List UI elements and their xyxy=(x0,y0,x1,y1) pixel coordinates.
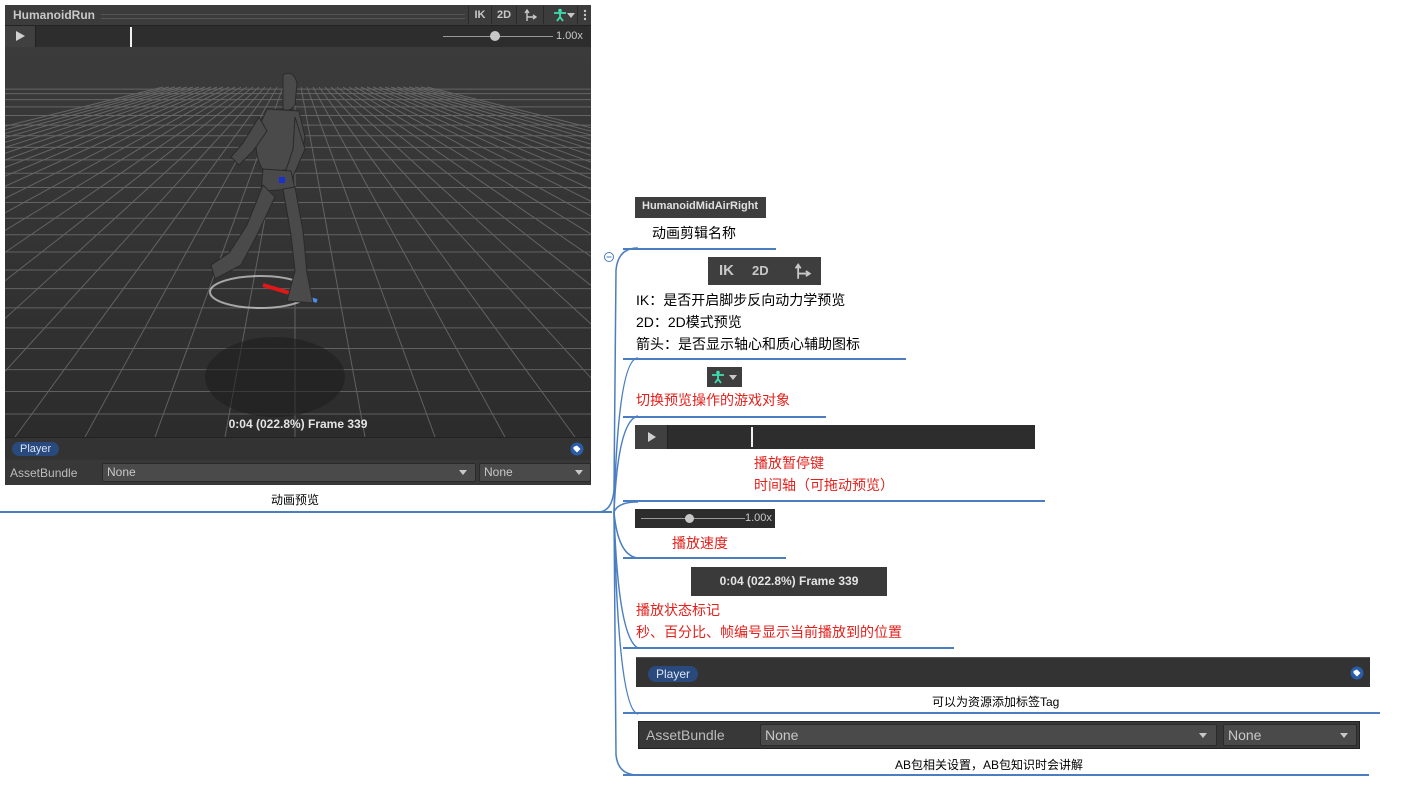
underline xyxy=(623,248,776,250)
avatar-figure-icon xyxy=(712,370,724,384)
status-description: 播放状态标记 xyxy=(636,602,720,618)
animation-preview-panel: HumanoidRun IK 2D 1.00x 0:04 (022.8%) Fr… xyxy=(5,5,591,485)
chevron-down-icon xyxy=(1340,733,1348,738)
speed-chip-value: 1.00x xyxy=(745,512,772,524)
assetbundle-chip-label: AssetBundle xyxy=(646,727,725,743)
avatar-figure-icon xyxy=(554,8,566,22)
timeline-cursor[interactable] xyxy=(130,27,132,47)
speed-value: 1.00x xyxy=(556,30,583,42)
assetbundle-variant-dropdown[interactable]: None xyxy=(479,463,591,482)
avatar-switch-chip xyxy=(707,367,742,387)
assetbundle-variant-dropdown: None xyxy=(1223,724,1357,746)
chevron-down-icon xyxy=(1199,733,1207,738)
speed-slider-knob[interactable] xyxy=(490,31,500,41)
arrow-description: 箭头：是否显示轴心和质心辅助图标 xyxy=(636,336,860,352)
clip-name-chip-text: HumanoidMidAirRight xyxy=(642,200,759,212)
humanoid-character xyxy=(210,72,314,304)
chevron-down-icon xyxy=(729,375,737,380)
assetbundle-label: AssetBundle xyxy=(10,466,78,480)
collapse-node-icon[interactable] xyxy=(603,251,615,263)
mindmap-branches xyxy=(598,247,638,776)
preview-header: HumanoidRun IK 2D xyxy=(5,5,591,26)
chevron-down-icon xyxy=(459,470,467,475)
assetbundle-row: AssetBundle None None xyxy=(5,460,591,485)
2d-description: 2D：2D模式预览 xyxy=(636,314,742,330)
ik-2d-pivot-chip: IK 2D xyxy=(708,257,821,285)
pivot-arrows-icon xyxy=(794,262,812,279)
status-chip: 0:04 (022.8%) Frame 339 xyxy=(691,567,887,596)
timeline-cursor xyxy=(751,427,753,447)
assetbundle-name-value: None xyxy=(765,727,799,743)
play-icon xyxy=(648,432,656,442)
tag-icon xyxy=(1350,666,1364,680)
tag-chip: Player xyxy=(636,657,1370,687)
speed-chip: 1.00x xyxy=(635,509,775,528)
pivot-toggle[interactable] xyxy=(516,6,543,24)
underline xyxy=(623,774,1369,776)
clip-name-label: 动画剪辑名称 xyxy=(652,225,736,241)
assetbundle-name-dropdown: None xyxy=(760,724,1217,746)
switch-object-description: 切换预览操作的游戏对象 xyxy=(636,392,790,408)
chevron-down-icon xyxy=(575,470,583,475)
play-button[interactable] xyxy=(5,26,36,47)
2d-chip-text: 2D xyxy=(752,263,769,278)
assetbundle-variant-value: None xyxy=(484,465,513,479)
preview-caption: 动画预览 xyxy=(271,493,320,507)
underline xyxy=(623,712,1380,714)
speed-description: 播放速度 xyxy=(672,535,728,551)
ik-description: IK：是否开启脚步反向动力学预览 xyxy=(636,292,846,308)
more-menu[interactable] xyxy=(577,6,592,24)
play-button-chip xyxy=(635,425,668,449)
asset-labels-row: Player xyxy=(5,437,591,460)
assetbundle-name-dropdown[interactable]: None xyxy=(102,463,476,482)
underline xyxy=(623,416,826,418)
ik-chip-text: IK xyxy=(719,262,734,279)
caption-underline xyxy=(0,511,612,513)
vertical-ellipsis-icon xyxy=(583,9,587,21)
clip-title: HumanoidRun xyxy=(13,8,95,22)
avatar-selector[interactable] xyxy=(543,6,576,24)
header-drag-bar[interactable] xyxy=(101,14,465,19)
ik-toggle[interactable]: IK xyxy=(468,6,491,24)
assetbundle-description: AB包相关设置，AB包知识时会讲解 xyxy=(895,758,1084,772)
underline xyxy=(623,557,786,559)
underline xyxy=(623,358,906,360)
assetbundle-variant-value: None xyxy=(1228,727,1262,743)
assetbundle-chip: AssetBundle None None xyxy=(638,721,1360,749)
2d-toggle[interactable]: 2D xyxy=(491,6,516,24)
status-position-description: 秒、百分比、帧编号显示当前播放到的位置 xyxy=(636,624,902,640)
status-chip-text: 0:04 (022.8%) Frame 339 xyxy=(719,574,859,588)
chevron-down-icon xyxy=(567,13,575,18)
pivot-arrows-icon xyxy=(524,8,538,21)
timeline-bar[interactable]: 1.00x xyxy=(5,26,591,47)
timeline-chip xyxy=(635,425,1035,449)
tag-pill-player[interactable]: Player xyxy=(12,442,60,456)
play-icon xyxy=(16,31,25,41)
play-pause-description: 播放暂停键 xyxy=(754,455,824,471)
underline xyxy=(623,500,1045,502)
tag-pill-player: Player xyxy=(648,666,699,682)
playback-status: 0:04 (022.8%) Frame 339 xyxy=(228,417,368,431)
speed-slider-knob xyxy=(685,514,694,523)
tag-description: 可以为资源添加标签Tag xyxy=(932,695,1060,709)
tag-icon[interactable] xyxy=(570,442,584,456)
preview-viewport[interactable] xyxy=(5,47,591,437)
clip-name-chip: HumanoidMidAirRight xyxy=(635,197,766,218)
assetbundle-name-value: None xyxy=(107,465,136,479)
timeline-description: 时间轴（可拖动预览） xyxy=(754,477,894,493)
underline xyxy=(623,647,954,649)
